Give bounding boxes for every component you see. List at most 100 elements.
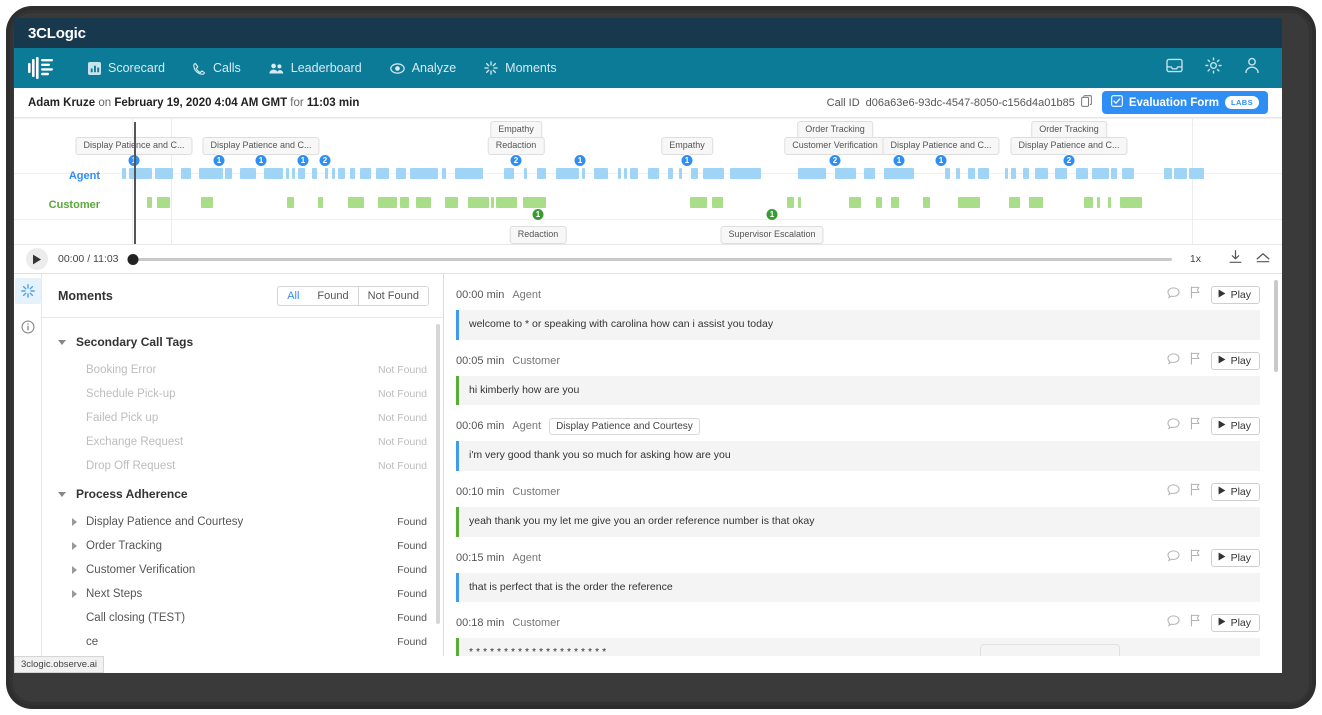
waveform-segment (891, 197, 899, 208)
timeline-customer-marker[interactable]: 1 (765, 208, 779, 221)
flag-icon[interactable] (1190, 352, 1201, 370)
player-time: 00:00 / 11:03 (58, 253, 119, 265)
call-timeline[interactable]: Display Patience and C... Display Patienc… (14, 118, 1282, 244)
player-progress-knob[interactable] (127, 253, 139, 265)
filter-not-found[interactable]: Not Found (358, 286, 428, 305)
flag-icon[interactable] (1190, 614, 1201, 632)
moments-row[interactable]: Next Steps Found (42, 582, 443, 606)
transcript-scrollbar[interactable] (1274, 280, 1278, 372)
gear-icon[interactable] (1205, 57, 1222, 79)
flag-icon[interactable] (1190, 483, 1201, 501)
transcript-turn-header: 00:10 min Customer Play (456, 481, 1260, 503)
inbox-icon[interactable] (1166, 58, 1183, 78)
moments-row[interactable]: Schedule Pick-up Not Found (42, 382, 443, 406)
moments-row[interactable]: Drop Off Request Not Found (42, 454, 443, 478)
comment-icon[interactable] (1167, 483, 1180, 501)
playback-rate-button[interactable]: 1x (1190, 253, 1201, 265)
comment-icon[interactable] (1167, 417, 1180, 435)
transcript-speaker: Agent (512, 551, 542, 564)
timeline-chip[interactable]: Display Patience and C... (882, 137, 1000, 155)
download-icon[interactable] (1229, 249, 1242, 269)
app-logo-icon[interactable] (28, 57, 54, 79)
transcript-play-button[interactable]: Play (1210, 482, 1260, 501)
timeline-marker[interactable]: 2 (1062, 154, 1076, 167)
brand-logo-text: 3CLogic (28, 24, 86, 42)
timeline-chip[interactable]: Display Patience and C... (202, 137, 320, 155)
call-duration: 11:03 min (306, 96, 360, 109)
waveform-segment (1005, 168, 1008, 179)
moments-group-header[interactable]: Process Adherence (42, 478, 443, 510)
timeline-marker[interactable]: 1 (680, 154, 694, 167)
moments-row[interactable]: Display Patience and Courtesy Found (42, 510, 443, 534)
moments-row[interactable]: Booking Error Not Found (42, 358, 443, 382)
flag-icon[interactable] (1190, 549, 1201, 567)
checkbox-icon (1110, 95, 1123, 110)
waveform-segment (679, 168, 682, 179)
comment-icon[interactable] (1167, 286, 1180, 304)
flag-icon[interactable] (1190, 286, 1201, 304)
nav-item-leaderboard[interactable]: Leaderboard (255, 48, 376, 88)
waveform-segment (410, 168, 438, 179)
timeline-chip[interactable]: Customer Verification (784, 137, 886, 155)
comment-icon[interactable] (1167, 614, 1180, 632)
timeline-chip[interactable]: Display Patience and C... (1010, 137, 1128, 155)
moments-row[interactable]: ce Found (42, 630, 443, 654)
play-button[interactable] (26, 248, 48, 270)
moments-row[interactable]: Call closing (TEST) Found (42, 606, 443, 630)
timeline-marker[interactable]: 1 (254, 154, 268, 167)
timeline-marker[interactable]: 1 (296, 154, 310, 167)
moments-row[interactable]: Failed Pick up Not Found (42, 406, 443, 430)
timeline-marker[interactable]: 2 (828, 154, 842, 167)
timeline-marker[interactable]: 1 (212, 154, 226, 167)
copy-icon[interactable] (1080, 95, 1092, 110)
flag-icon[interactable] (1190, 417, 1201, 435)
moments-row-status: Not Found (377, 412, 427, 424)
collapse-up-icon[interactable] (1256, 250, 1270, 268)
moments-group-header[interactable]: Secondary Call Tags (42, 326, 443, 358)
timeline-marker[interactable]: 1 (573, 154, 587, 167)
nav-item-calls[interactable]: Calls (179, 48, 255, 88)
filter-all[interactable]: All (278, 286, 310, 305)
moments-row[interactable]: Order Tracking Found (42, 534, 443, 558)
timeline-marker[interactable]: 2 (509, 154, 523, 167)
rail-item-info[interactable] (15, 314, 41, 340)
transcript-turn-header: 00:06 min Agent Display Patience and Court… (456, 415, 1260, 437)
player-progress-track[interactable] (127, 253, 1172, 265)
timeline-marker[interactable]: 1 (892, 154, 906, 167)
transcript-play-button[interactable]: Play (1210, 286, 1260, 304)
timeline-playhead[interactable] (134, 122, 136, 244)
timeline-customer-marker[interactable]: 1 (531, 208, 545, 221)
user-icon[interactable] (1244, 57, 1260, 79)
moments-row-label: Next Steps (86, 588, 143, 600)
transcript-play-button[interactable]: Play (1210, 548, 1260, 567)
timeline-chip[interactable]: Empathy (661, 137, 713, 155)
waveform-segment (286, 168, 289, 179)
timeline-customer-chip[interactable]: Redaction (509, 226, 567, 244)
moments-row[interactable]: Customer Verification Found (42, 558, 443, 582)
moments-row[interactable]: Exchange Request Not Found (42, 430, 443, 454)
filter-found[interactable]: Found (308, 286, 359, 305)
waveform-segment (556, 168, 579, 179)
nav-item-analyze[interactable]: Analyze (376, 48, 470, 88)
timeline-marker[interactable]: 1 (934, 154, 948, 167)
timeline-marker[interactable]: 2 (318, 154, 332, 167)
moments-scrollbar[interactable] (436, 324, 440, 624)
comment-icon[interactable] (1167, 352, 1180, 370)
nav-item-moments[interactable]: Moments (470, 48, 570, 88)
call-id-label: Call ID (826, 96, 860, 109)
waveform-segment (618, 168, 621, 179)
call-datetime: February 19, 2020 4:04 AM GMT (114, 96, 288, 109)
watermark: 3clogic.observe.ai (14, 656, 105, 673)
evaluation-form-button[interactable]: Evaluation Form LABS (1101, 91, 1268, 114)
transcript-moment-tag[interactable]: Display Patience and Courtesy (549, 417, 700, 435)
transcript-play-button[interactable]: Play (1210, 417, 1260, 436)
nav-item-scorecard[interactable]: Scorecard (74, 48, 179, 88)
transcript-play-button[interactable]: Play (1210, 614, 1260, 633)
transcript-play-button[interactable]: Play (1210, 351, 1260, 370)
rail-item-moments[interactable] (14, 278, 41, 304)
transcript-text: welcome to * or speaking with carolina h… (456, 310, 1260, 340)
comment-icon[interactable] (1167, 549, 1180, 567)
waveform-segment (1189, 168, 1204, 179)
timeline-chip[interactable]: Redaction (487, 137, 545, 155)
timeline-customer-chip[interactable]: Supervisor Escalation (720, 226, 824, 244)
